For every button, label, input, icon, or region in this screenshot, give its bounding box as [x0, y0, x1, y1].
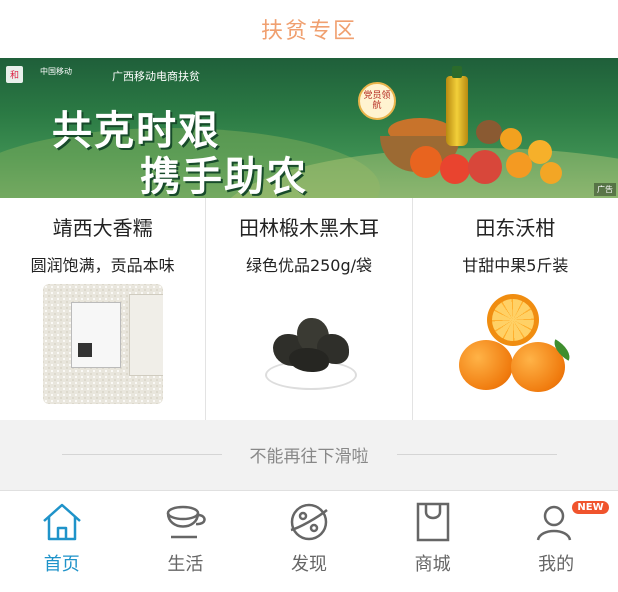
product-grid: 靖西大香糯 圆润饱满，贡品本味 田林椴木黑木耳 绿色优品250g/袋 田东沃柑 …: [0, 198, 618, 420]
tab-label: 首页: [43, 554, 80, 575]
cup-icon: [162, 499, 208, 545]
banner-fruit: [540, 162, 562, 184]
product-desc: 甘甜中果5斤装: [462, 256, 569, 275]
banner-fruit: [476, 120, 502, 144]
tab-label: 我的: [538, 554, 575, 575]
product-name: 田东沃柑: [475, 216, 556, 240]
tab-label: 生活: [167, 554, 204, 575]
tab-label: 商城: [414, 554, 451, 575]
product-name: 靖西大香糯: [52, 216, 153, 240]
promo-banner[interactable]: 和 中国移动 广西移动电商扶贫 共克时艰 携手助农 党员领航 广告: [0, 58, 618, 198]
planet-icon: [286, 499, 332, 545]
tab-home[interactable]: 首页: [0, 491, 124, 592]
divider: [396, 453, 557, 455]
product-desc: 圆润饱满，贡品本味: [30, 256, 175, 275]
page-title: 扶贫专区: [260, 19, 357, 44]
new-badge: NEW: [572, 501, 609, 514]
tab-life[interactable]: 生活: [124, 491, 248, 592]
rice-bags-image: [42, 284, 163, 404]
tab-label: 发现: [290, 554, 327, 575]
china-mobile-logo: 中国移动: [40, 67, 72, 76]
product-desc: 绿色优品250g/袋: [245, 256, 373, 275]
bottom-tab-bar: 首页 生活 发现 商城 NEW 我的: [0, 490, 618, 592]
product-card-rice[interactable]: 靖西大香糯 圆润饱满，贡品本味: [0, 198, 207, 420]
banner-fruit: [440, 154, 470, 184]
rice-bag-side: [128, 294, 163, 376]
product-name: 田林椴木黑木耳: [238, 216, 379, 240]
brand-logo: 和: [6, 66, 24, 83]
tab-mall[interactable]: 商城: [371, 491, 495, 592]
divider: [61, 453, 222, 455]
banner-subtitle: 广西移动电商扶贫: [112, 70, 200, 83]
shopping-bag-icon: [410, 499, 456, 545]
rice-bag-label: [70, 302, 121, 368]
ad-label: 广告: [594, 183, 616, 196]
tab-discover[interactable]: 发现: [247, 491, 371, 592]
top-header: 扶贫专区: [0, 0, 618, 58]
banner-fruit: [528, 140, 552, 164]
home-icon: [39, 499, 85, 545]
orange-slice: [487, 294, 540, 346]
product-card-orange[interactable]: 田东沃柑 甘甜中果5斤装: [413, 198, 618, 420]
end-note-text: 不能再往下滑啦: [249, 446, 369, 467]
banner-fruit: [500, 128, 522, 150]
oranges-image: [455, 294, 575, 404]
banner-fruit: [410, 146, 442, 178]
product-card-fungus[interactable]: 田林椴木黑木耳 绿色优品250g/袋: [206, 198, 413, 420]
party-badge: 党员领航: [358, 82, 396, 120]
oil-bottle: [446, 66, 468, 146]
tab-me[interactable]: NEW 我的: [494, 491, 618, 592]
orange: [459, 340, 514, 390]
banner-fruit: [468, 150, 502, 184]
black-fungus-image: [259, 304, 359, 390]
end-of-list-note: 不能再往下滑啦: [0, 420, 618, 488]
banner-headline-2: 携手助农: [140, 154, 308, 198]
